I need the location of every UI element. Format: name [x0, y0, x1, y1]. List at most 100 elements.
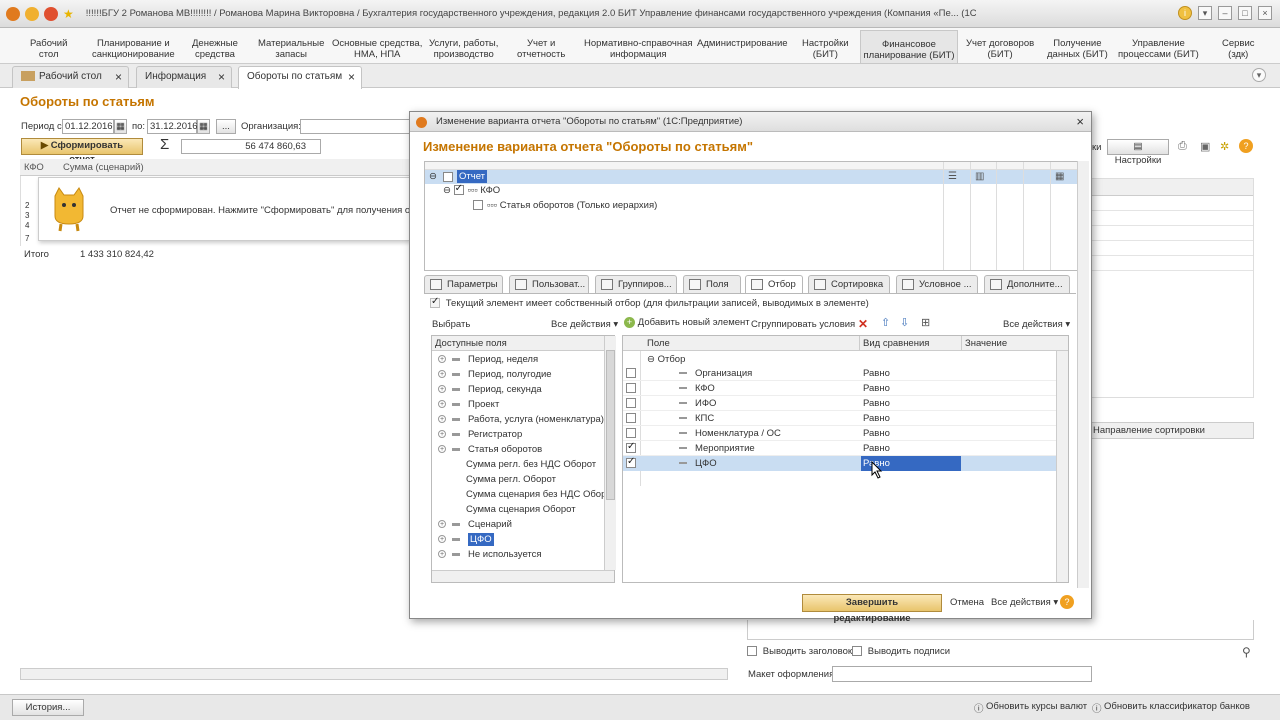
- section-data-import[interactable]: Получение данных (БИТ): [1047, 38, 1108, 60]
- filter-row[interactable]: ИФО Равно: [623, 396, 1068, 411]
- filter-comparison[interactable]: Равно: [863, 383, 890, 394]
- own-filter-option[interactable]: Текущий элемент имеет собственный отбор …: [430, 296, 869, 309]
- filter-checkbox[interactable]: [626, 368, 636, 379]
- move-up-icon[interactable]: ⇧: [881, 316, 890, 329]
- settings-button[interactable]: ▤ Настройки: [1107, 139, 1169, 166]
- help-icon[interactable]: ?: [1239, 139, 1253, 153]
- field-period-second[interactable]: + Период, секунда: [438, 384, 542, 395]
- info-icon[interactable]: i: [1178, 6, 1192, 20]
- show-signatures-option[interactable]: Выводить подписи: [852, 646, 950, 657]
- update-banks-link[interactable]: Обновить классификатор банков: [1104, 701, 1250, 712]
- section-planning[interactable]: Планирование и санкционирование: [92, 38, 175, 60]
- field-sum-scenario[interactable]: Сумма сценария Оборот: [466, 504, 576, 515]
- field-period-halfyear[interactable]: + Период, полугодие: [438, 369, 552, 380]
- dtab-user[interactable]: Пользоват...: [509, 275, 589, 293]
- filter-checkbox[interactable]: [626, 398, 636, 409]
- section-fixed-assets[interactable]: Основные средства, НМА, НПА: [332, 38, 422, 60]
- dropdown-icon[interactable]: ▾: [1198, 6, 1212, 20]
- section-service[interactable]: Сервис (здк): [1222, 38, 1255, 60]
- hint-icon[interactable]: ✲: [1220, 140, 1229, 153]
- calendar-icon[interactable]: ▦: [197, 119, 210, 134]
- close-window-icon[interactable]: ×: [1258, 6, 1272, 20]
- dtab-sort[interactable]: Сортировка: [808, 275, 890, 293]
- filter-checkbox[interactable]: [626, 456, 636, 469]
- dtab-grouping[interactable]: Группиров...: [595, 275, 677, 293]
- dialog-all-actions[interactable]: Все действия ▾: [991, 597, 1058, 608]
- dtab-additional[interactable]: Дополните...: [984, 275, 1070, 293]
- all-actions-left[interactable]: Все действия ▾: [551, 319, 618, 330]
- filter-icon[interactable]: ▥: [975, 171, 984, 182]
- group-conditions-button[interactable]: Сгруппировать условия: [751, 319, 855, 330]
- dtab-conditional[interactable]: Условное ...: [896, 275, 978, 293]
- article-grouping-checkbox[interactable]: [473, 200, 483, 211]
- filter-comparison[interactable]: Равно: [863, 368, 890, 379]
- filter-comparison[interactable]: Равно: [863, 428, 890, 439]
- date-from-input[interactable]: 01.12.2016: [62, 119, 114, 134]
- history-button[interactable]: История...: [12, 699, 84, 716]
- filter-checkbox[interactable]: [626, 441, 636, 454]
- field-sum-scenario-novat[interactable]: Сумма сценария без НДС Оборот: [466, 489, 616, 500]
- close-tab-icon[interactable]: ×: [115, 67, 122, 87]
- field-registrar[interactable]: + Регистратор: [438, 429, 522, 440]
- field-scenario[interactable]: + Сценарий: [438, 519, 512, 530]
- show-signatures-checkbox[interactable]: [852, 646, 862, 657]
- section-reference[interactable]: Нормативно-справочная информация: [584, 38, 693, 60]
- all-actions-right[interactable]: Все действия ▾: [1003, 319, 1070, 330]
- section-processes[interactable]: Управление процессами (БИТ): [1118, 38, 1199, 60]
- menu-icon[interactable]: [25, 6, 39, 21]
- filter-comparison[interactable]: Равно: [863, 443, 890, 454]
- dtab-fields[interactable]: Поля: [683, 275, 741, 293]
- section-cash[interactable]: Денежные средства: [192, 38, 238, 60]
- filter-row[interactable]: Организация Равно: [623, 366, 1068, 381]
- section-materials[interactable]: Материальные запасы: [258, 38, 324, 60]
- section-services[interactable]: Услуги, работы, производство: [429, 38, 498, 60]
- filter-checkbox[interactable]: [626, 413, 636, 424]
- report-horizontal-scrollbar[interactable]: [20, 668, 728, 680]
- tab-info[interactable]: Информация ×: [136, 66, 232, 88]
- organization-input[interactable]: [300, 119, 410, 134]
- filter-scrollbar[interactable]: [1056, 351, 1068, 582]
- close-tab-icon[interactable]: ×: [218, 67, 225, 87]
- filter-checkbox[interactable]: [626, 383, 636, 394]
- generate-report-button[interactable]: ▶ Сформировать отчет: [21, 138, 143, 165]
- field-not-used[interactable]: + Не используется: [438, 549, 542, 560]
- filter-comparison[interactable]: Равно: [863, 413, 890, 424]
- close-tab-icon[interactable]: ×: [348, 67, 355, 87]
- section-contracts[interactable]: Учет договоров (БИТ): [966, 38, 1034, 60]
- field-cfo[interactable]: + ЦФО: [438, 533, 494, 546]
- structure-row-article[interactable]: ▫▫▫ Статья оборотов (Только иерархия): [473, 200, 657, 211]
- show-header-option[interactable]: Выводить заголовок: [747, 646, 852, 657]
- fields-scrollbar-h[interactable]: [432, 570, 614, 582]
- minimize-icon[interactable]: –: [1218, 6, 1232, 20]
- tab-desktop[interactable]: Рабочий стол ×: [12, 66, 129, 88]
- grid-icon[interactable]: ▦: [1055, 171, 1064, 182]
- section-settings-bit[interactable]: Настройки (БИТ): [802, 38, 849, 60]
- tabs-menu-icon[interactable]: ▾: [1252, 68, 1266, 82]
- move-down-icon[interactable]: ⇩: [900, 316, 909, 329]
- layout-input[interactable]: [832, 666, 1092, 682]
- filter-group-row[interactable]: ⊖ Отбор: [647, 354, 685, 365]
- own-filter-checkbox[interactable]: [430, 296, 440, 309]
- favorites-star-icon[interactable]: ★: [63, 7, 74, 21]
- field-period-week[interactable]: + Период, неделя: [438, 354, 538, 365]
- cancel-link[interactable]: Отмена: [950, 597, 984, 608]
- filter-checkbox[interactable]: [626, 428, 636, 439]
- section-accounting[interactable]: Учет и отчетность: [517, 38, 565, 60]
- section-desktop[interactable]: Рабочий стол: [30, 38, 67, 60]
- print-icon[interactable]: ⎙: [1178, 140, 1187, 153]
- add-element-button[interactable]: + Добавить новый элемент: [624, 317, 750, 328]
- delete-icon[interactable]: ✕: [858, 317, 868, 331]
- field-sum-regl-novat[interactable]: Сумма регл. без НДС Оборот: [466, 459, 596, 470]
- dtab-filter[interactable]: Отбор: [745, 275, 803, 294]
- dtab-parameters[interactable]: Параметры: [424, 275, 503, 293]
- wrench-icon[interactable]: ⚲: [1242, 645, 1251, 659]
- field-project[interactable]: + Проект: [438, 399, 499, 410]
- close-dialog-icon[interactable]: ×: [1076, 112, 1084, 132]
- history-icon[interactable]: [44, 6, 58, 21]
- filter-row-selected[interactable]: ЦФО Равно: [623, 456, 1068, 479]
- field-work-service[interactable]: + Работа, услуга (номенклатура): [438, 414, 604, 425]
- structure-row-kfo[interactable]: ⊖ ▫▫▫ КФО: [443, 183, 500, 196]
- filter-row[interactable]: КПС Равно: [623, 411, 1068, 426]
- filter-row[interactable]: Мероприятие Равно: [623, 441, 1068, 456]
- finish-editing-button[interactable]: Завершить редактирование: [802, 594, 942, 624]
